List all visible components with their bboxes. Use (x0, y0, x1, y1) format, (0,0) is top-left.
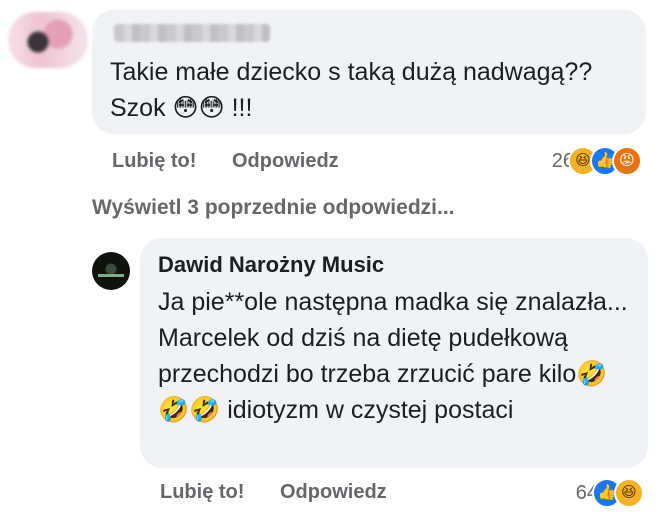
comment-bubble: Dawid Narożny Music Ja pie**ole następna… (140, 238, 648, 468)
view-previous-replies-link[interactable]: Wyświetl 3 poprzednie odpowiedzi... (92, 196, 455, 220)
comment-text: Ja pie**ole następna madka się znalazła.… (158, 288, 628, 424)
comment-actions: Lubię to! Odpowiedz (112, 150, 369, 173)
angry-icon: 😡 (612, 146, 642, 176)
reaction-summary[interactable]: 64 👍 😆 (576, 478, 644, 508)
reply-link[interactable]: Odpowiedz (232, 150, 339, 172)
avatar-logo-mark (98, 274, 124, 277)
comment-actions: Lubię to! Odpowiedz (160, 481, 417, 504)
like-link[interactable]: Lubię to! (112, 150, 196, 172)
reaction-summary[interactable]: 26 😆 👍 😡 (552, 146, 642, 176)
author-name[interactable]: Dawid Narożny Music (158, 252, 384, 278)
haha-icon: 😆 (614, 478, 644, 508)
author-name-redacted[interactable] (114, 24, 270, 42)
comment-bubble: Takie małe dziecko s taką dużą nadwagą??… (92, 10, 646, 134)
reply-link[interactable]: Odpowiedz (280, 481, 387, 503)
comment-text: Takie małe dziecko s taką dużą nadwagą??… (110, 58, 593, 122)
avatar[interactable] (92, 252, 130, 290)
avatar[interactable] (8, 12, 88, 68)
like-link[interactable]: Lubię to! (160, 481, 244, 503)
